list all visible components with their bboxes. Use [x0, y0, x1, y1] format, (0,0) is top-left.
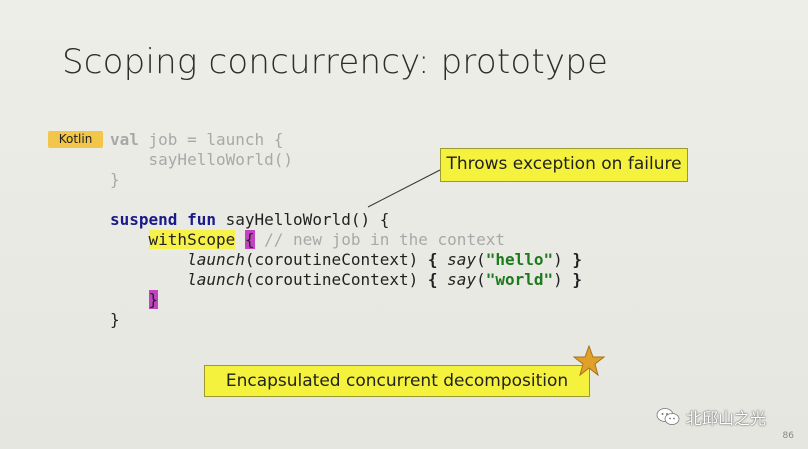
wechat-icon	[656, 408, 680, 425]
slide: Scoping concurrency: prototype Kotlin va…	[0, 0, 808, 449]
page-number: 86	[782, 431, 794, 441]
watermark-text: 北邱山之光	[686, 409, 767, 428]
decomposition-callout: Encapsulated concurrent decomposition	[204, 365, 590, 397]
exception-callout: Throws exception on failure	[440, 148, 688, 182]
star-icon	[573, 345, 605, 377]
watermark: 北邱山之光	[656, 405, 776, 429]
